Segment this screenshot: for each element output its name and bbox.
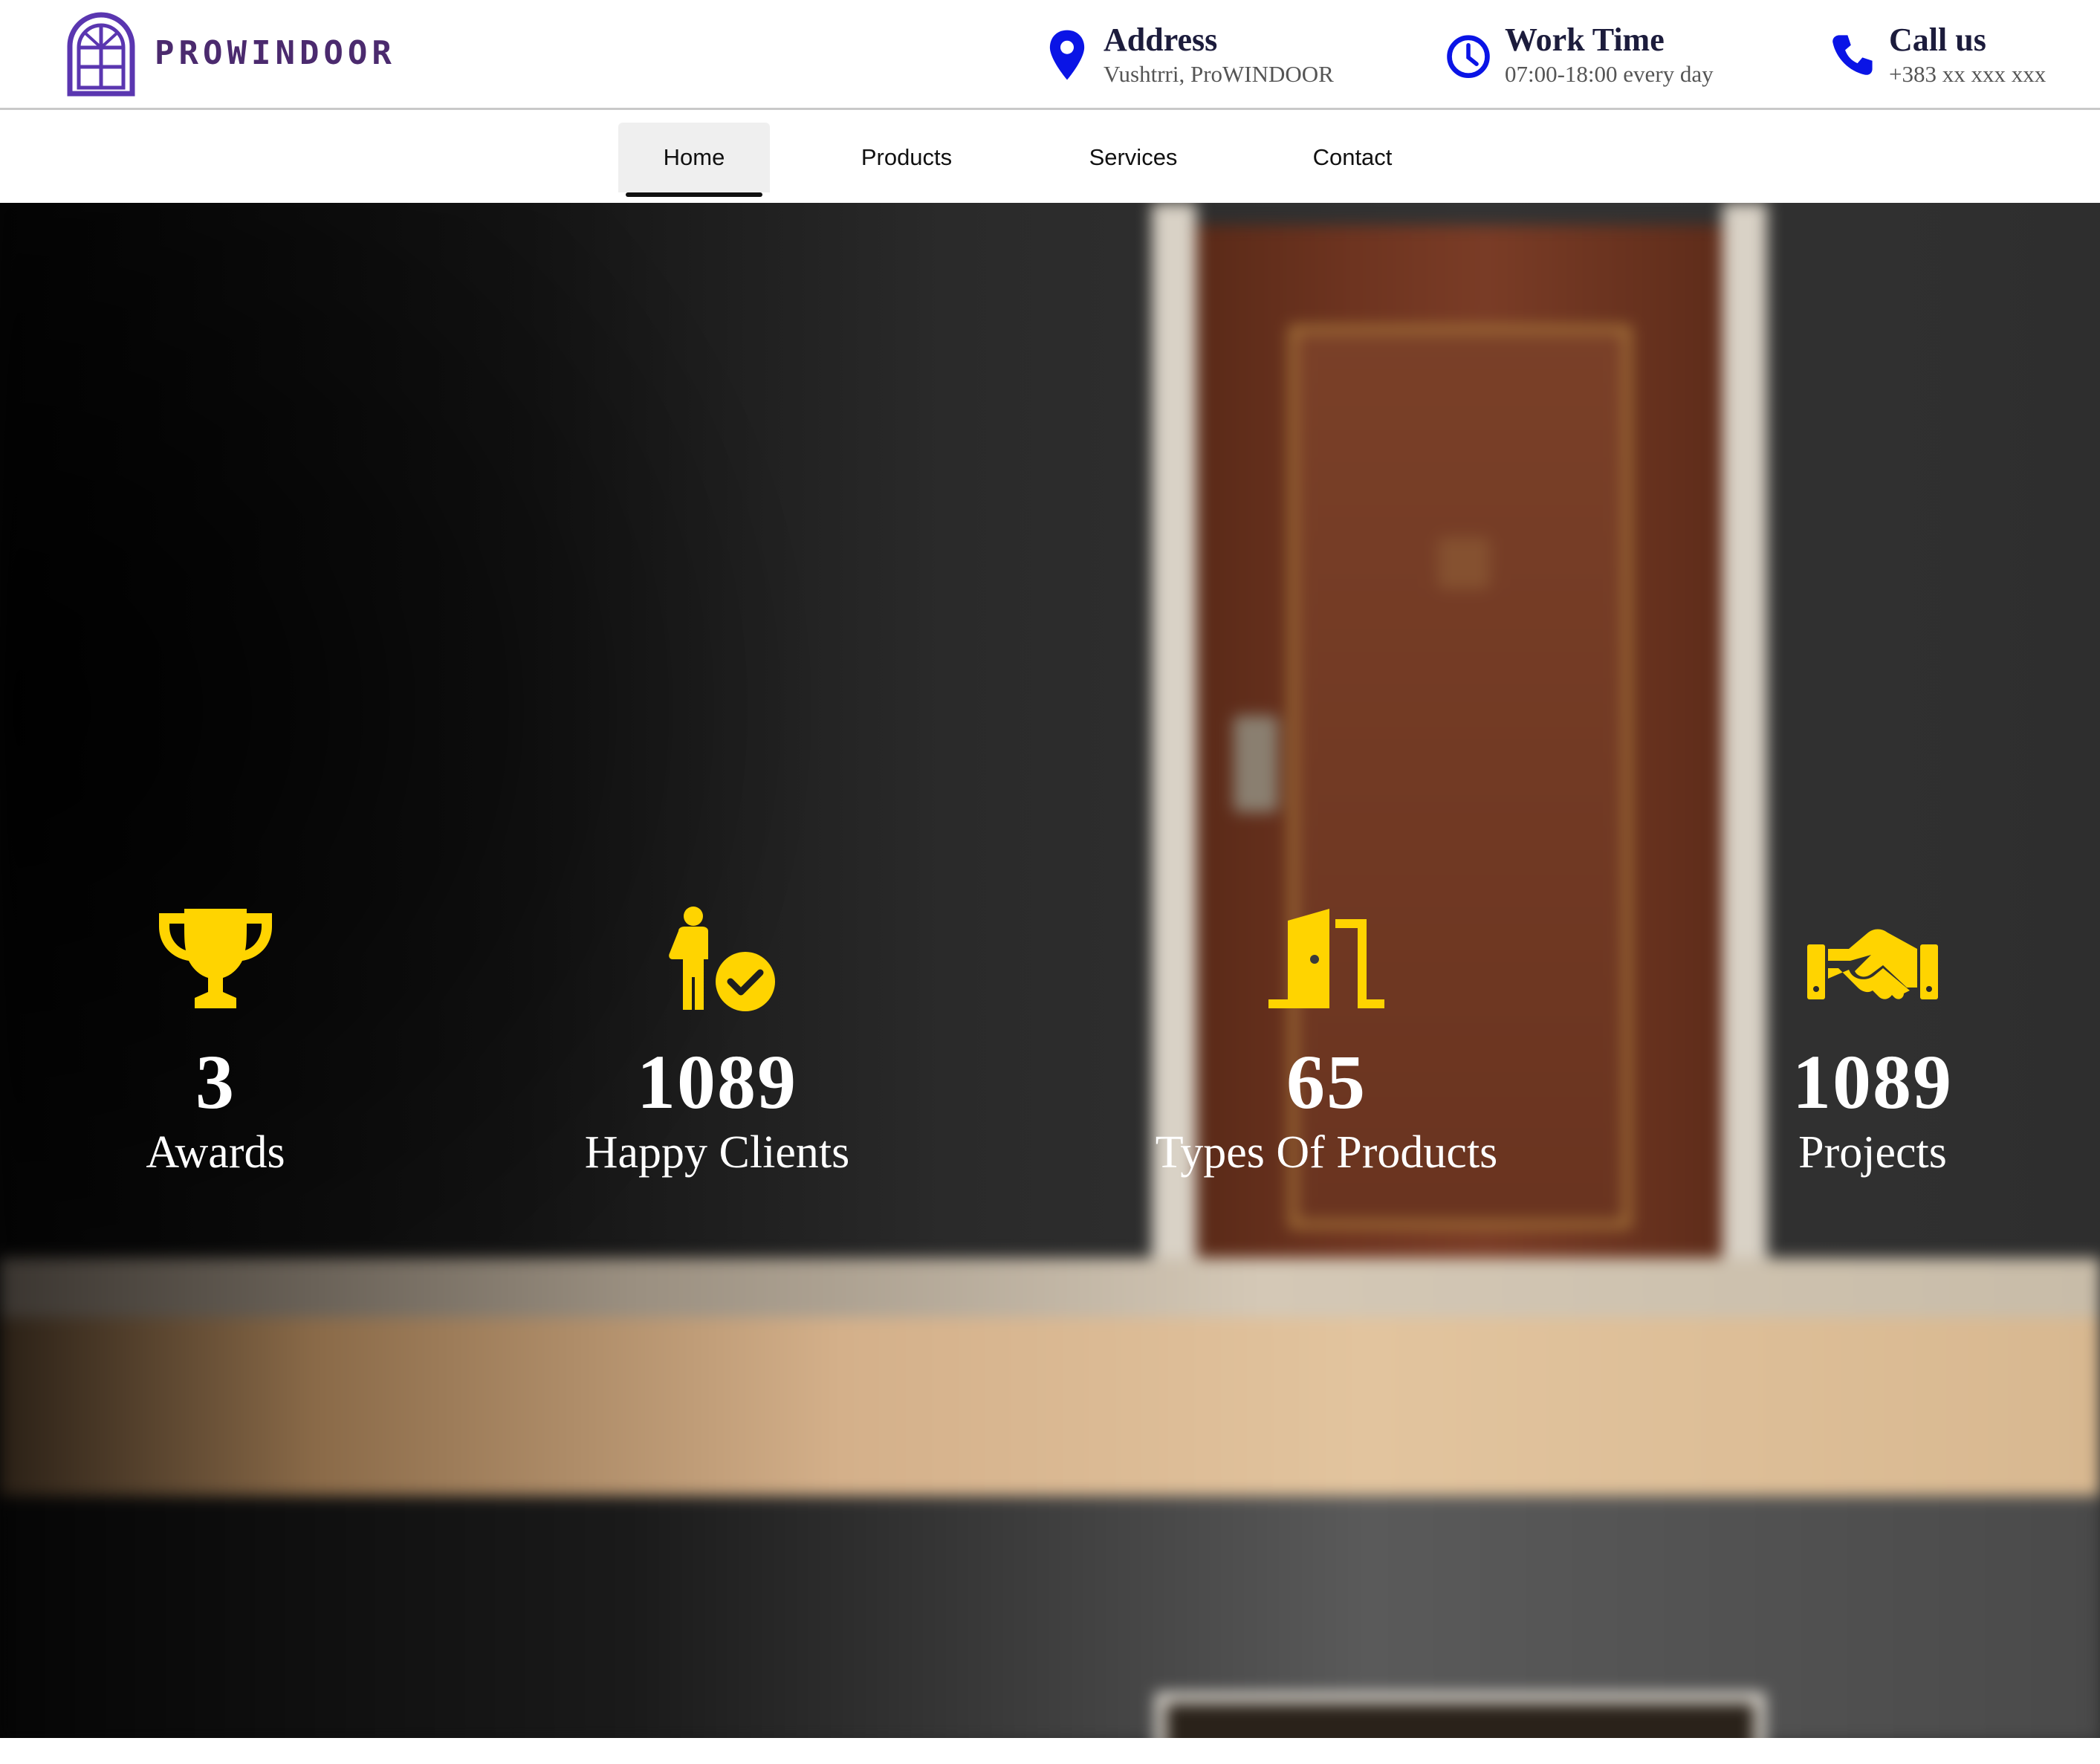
main-nav: Home Products Services Contact: [0, 112, 2100, 203]
stat-value: 1089: [1792, 1040, 1953, 1125]
hero-section: 3 Awards 1089 Happy Clients 65 Types Of …: [0, 203, 2100, 1738]
address-title: Address: [1104, 22, 1218, 58]
window-arch-icon: [67, 12, 135, 97]
trophy-icon: [159, 909, 272, 1008]
map-pin-icon: [1044, 28, 1090, 82]
call-info: Call us +383 xx xxx xxx: [1830, 21, 2046, 89]
work-time-title: Work Time: [1505, 22, 1665, 58]
call-title: Call us: [1889, 22, 1986, 58]
phone-number[interactable]: +383 xx xxx xxx: [1889, 59, 2046, 89]
address-value: Vushtrri, ProWINDOOR: [1104, 61, 1334, 87]
work-time-info: Work Time 07:00-18:00 every day: [1445, 21, 1714, 89]
nav-home[interactable]: Home: [618, 123, 770, 197]
nav-products[interactable]: Products: [832, 123, 981, 192]
stat-value: 3: [195, 1040, 236, 1125]
work-time-value: 07:00-18:00 every day: [1505, 61, 1714, 87]
nav-contact[interactable]: Contact: [1286, 123, 1419, 192]
address-info: Address Vushtrri, ProWINDOOR: [1044, 21, 1334, 89]
stat-happy-clients: 1089 Happy Clients: [531, 901, 903, 1182]
stat-label: Projects: [1798, 1127, 1947, 1178]
nav-services[interactable]: Services: [1063, 123, 1204, 192]
stat-label: Happy Clients: [584, 1127, 850, 1178]
stat-types-of-products: 65 Types Of Products: [1118, 901, 1535, 1182]
stat-value: 65: [1286, 1040, 1367, 1125]
brand-logo[interactable]: PROWINDOOR: [64, 9, 396, 97]
stat-label: Awards: [146, 1127, 285, 1178]
stat-awards: 3 Awards: [104, 901, 327, 1182]
top-header: PROWINDOOR Address Vushtrri, ProWINDOOR …: [0, 0, 2100, 110]
phone-icon[interactable]: [1830, 28, 1876, 82]
stat-value: 1089: [637, 1040, 797, 1125]
happy-client-icon: [669, 907, 775, 1011]
door-open-icon: [1268, 909, 1384, 1008]
clock-icon: [1445, 28, 1491, 82]
stat-projects: 1089 Projects: [1761, 901, 1984, 1182]
stat-label: Types Of Products: [1155, 1127, 1498, 1178]
brand-name: PROWINDOOR: [155, 33, 396, 72]
handshake-icon: [1807, 929, 1938, 999]
